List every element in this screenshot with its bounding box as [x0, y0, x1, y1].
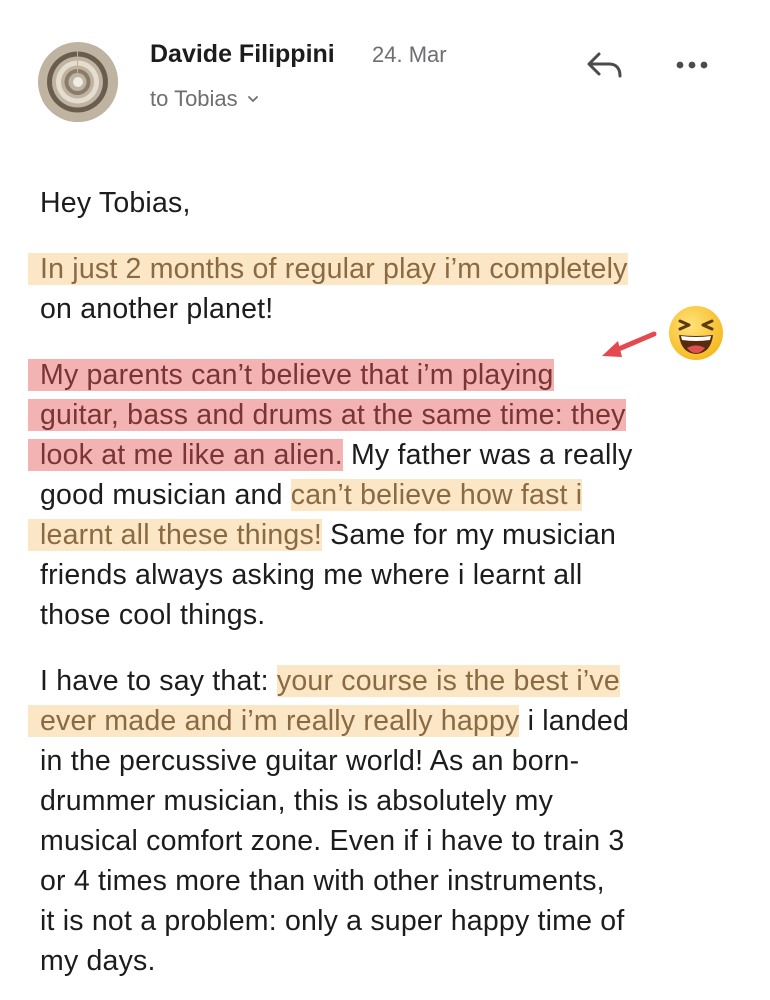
paragraph-2-line-7: those cool things. [40, 599, 266, 631]
highlight-yellow: can’t believe how fast i [290, 479, 583, 511]
paragraph-3-line-1: I have to say that: your course is the b… [40, 661, 730, 701]
text-span: My father was a really [342, 439, 633, 471]
paragraph-3-line-3: in the percussive guitar world! As an bo… [40, 745, 580, 777]
more-icon [676, 61, 708, 69]
message-header: Davide Filippini 24. Mar to Tobias [0, 0, 770, 150]
paragraph-3-line-2: ever made and i’m really really happy i … [40, 701, 730, 741]
paragraph-3-line-5: musical comfort zone. Even if i have to … [40, 825, 625, 857]
reply-icon [587, 52, 622, 78]
highlight-yellow: learnt all these things! [40, 519, 323, 551]
highlight-yellow: ever made and i’m really really happy [40, 705, 520, 737]
highlight-yellow: In just 2 months of regular play i’m com… [40, 253, 628, 285]
paragraph-3-line-7: it is not a problem: only a super happy … [40, 905, 625, 937]
recipient-label: to Tobias [150, 86, 238, 111]
paragraph-2-line-3: look at me like an alien. My father was … [40, 435, 730, 475]
paragraph-2-line-1: My parents can’t believe that i’m playin… [40, 355, 730, 395]
sender-name[interactable]: Davide Filippini [150, 40, 335, 69]
annotation-arrow-icon [602, 331, 657, 357]
avatar[interactable] [38, 42, 118, 122]
paragraph-2-line-4: good musician and can’t believe how fast… [40, 475, 730, 515]
chevron-down-icon [247, 96, 258, 102]
text-span: I have to say that: [40, 665, 277, 697]
paragraph-3-line-6: or 4 times more than with other instrume… [40, 865, 605, 897]
highlight-red: guitar, bass and drums at the same time:… [40, 399, 626, 431]
highlight-red: look at me like an alien. [40, 439, 343, 471]
recipient-toggle[interactable]: to Tobias [150, 86, 260, 112]
paragraph-2-line-2: guitar, bass and drums at the same time:… [40, 395, 730, 435]
message-body: Hey Tobias, In just 2 months of regular … [40, 183, 730, 981]
reply-button[interactable] [585, 48, 625, 82]
message-date: 24. Mar [372, 42, 447, 67]
highlight-yellow: your course is the best i’ve [276, 665, 620, 697]
paragraph-3-line-8: my days. [40, 945, 156, 977]
text-span: i landed [519, 705, 630, 737]
paragraph-2-line-6: friends always asking me where i learnt … [40, 559, 583, 591]
text-span: Same for my musician [322, 519, 617, 551]
paragraph-1-line-1: In just 2 months of regular play i’m com… [40, 249, 730, 289]
avatar-shell-image [38, 42, 118, 122]
text-span: good musician and [40, 479, 291, 511]
paragraph-1-line-2: on another planet! [40, 293, 274, 325]
laughing-face-emoji-icon [669, 306, 723, 360]
highlight-red: My parents can’t believe that i’m playin… [40, 359, 554, 391]
paragraph-2-line-5: learnt all these things! Same for my mus… [40, 515, 730, 555]
more-options-button[interactable] [672, 52, 712, 78]
greeting: Hey Tobias, [40, 187, 191, 219]
paragraph-3-line-4: drummer musician, this is absolutely my [40, 785, 554, 817]
